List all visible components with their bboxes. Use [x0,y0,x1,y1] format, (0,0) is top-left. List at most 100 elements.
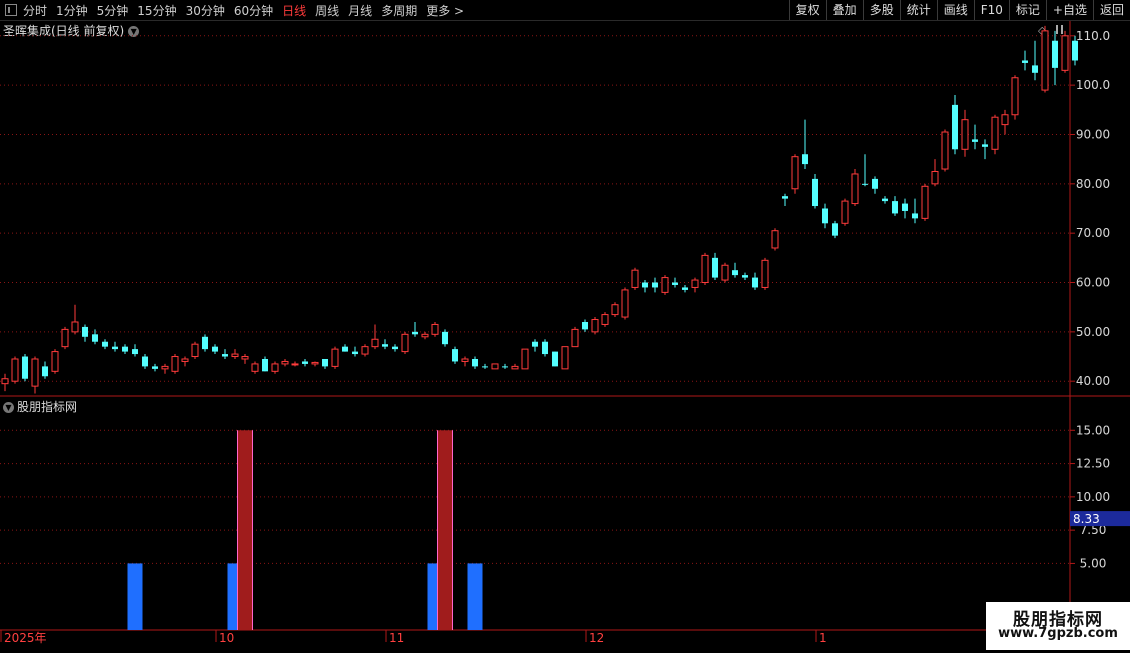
candle-body-down [42,366,48,377]
candle-body-down [552,351,558,367]
candle-body-down [862,183,868,185]
candle-body-up [791,156,799,190]
candle-body-up [431,323,439,335]
period-tab-10[interactable]: 更多 > [426,2,464,19]
candle-body-down [912,213,918,219]
candle-body-up [611,304,619,316]
toolbar-button-1[interactable]: 叠加 [825,0,863,20]
kline-and-indicator-chart[interactable]: 110.0 100.0 90.00 80.00 70.00 60.00 50.00 40.00… [0,21,1130,650]
toolbar-buttons: 复权 叠加 多股 统计 画线 F10 标记 +自选 返回 [788,0,1130,20]
toolbar-button-4[interactable]: 画线 [936,0,974,20]
candle-body-down [1032,65,1038,73]
price-tick-label: 100.0 [1076,78,1110,92]
time-axis-label: 1 [819,631,827,645]
indicator-tick-label: 5.00 [1080,556,1107,570]
candle-body-up [291,363,299,366]
candle-body-up [691,279,699,288]
period-tab-8[interactable]: 月线 [348,2,372,19]
toolbar-button-8[interactable]: 返回 [1092,0,1130,20]
toolbar-button-0[interactable]: 复权 [788,0,826,20]
candle-body-down [1072,40,1078,61]
price-tick-label: 70.00 [1076,226,1110,240]
candle-body-down [832,223,838,236]
candle-body-up [1061,35,1069,71]
price-tick-label: 90.00 [1076,127,1110,141]
indicator-tick-label: 12.50 [1076,457,1110,471]
candle-body-up [851,173,859,205]
period-tab-7[interactable]: 周线 [315,2,339,19]
candle-body-down [752,277,758,288]
candle-body-down [642,282,648,288]
toolbar-button-2[interactable]: 多股 [862,0,900,20]
candle-body-up [31,358,39,387]
candle-body-up [1041,30,1049,91]
candle-body-up [171,356,179,372]
candle-body-down [222,354,228,357]
candle-body-down [212,346,218,352]
current-value-label: 8.33 [1073,512,1100,526]
indicator-tick-label: 10.00 [1076,490,1110,504]
candle-body-down [132,349,138,355]
time-axis-label: 10 [219,631,234,645]
candle-body-up [491,363,499,370]
candle-body-down [102,341,108,347]
toolbar-button-5[interactable]: F10 [973,0,1009,20]
candle-body-up [311,361,319,365]
price-tick-label: 60.00 [1076,276,1110,290]
candle-body-up [601,314,609,325]
candle-body-down [712,257,718,278]
time-axis-label: 2025年 [4,631,47,645]
indicator-bar [127,563,143,630]
period-tab-4[interactable]: 30分钟 [186,2,225,19]
candle-body-down [672,282,678,285]
candle-body-up [331,348,339,367]
candle-body-down [302,361,308,364]
period-tab-6[interactable]: 日线 [282,2,306,19]
candle-body-down [262,358,268,372]
candle-body-down [22,356,28,379]
chart-area[interactable]: 110.0 100.0 90.00 80.00 70.00 60.00 50.00 40.00… [0,21,1130,653]
candle-body-down [532,341,538,347]
candle-body-up [991,116,999,150]
period-tab-9[interactable]: 多周期 [381,2,417,19]
candle-body-up [511,365,519,370]
candle-body-down [652,282,658,288]
candle-body-down [952,104,958,150]
candle-body-up [251,363,259,372]
toolbar-button-3[interactable]: 统计 [899,0,937,20]
period-tab-1[interactable]: 1分钟 [56,2,88,19]
candle-body-down [902,203,908,211]
candle-body-down [442,331,448,345]
toolbar-button-7[interactable]: +自选 [1045,0,1093,20]
candle-body-up [71,321,79,333]
candle-body-down [382,344,388,347]
indicator-bar [467,563,483,630]
candle-body-down [152,366,158,369]
candle-body-up [271,363,279,372]
candle-body-down [802,154,808,165]
candle-body-down [142,356,148,367]
candle-body-down [682,287,688,290]
candle-body-up [661,277,669,293]
candle-body-up [521,348,529,370]
candle-body-down [782,196,788,199]
candle-body-up [941,131,949,170]
candle-body-up [11,358,19,382]
period-tab-5[interactable]: 60分钟 [234,2,273,19]
candle-body-down [452,349,458,362]
candle-body-up [761,259,769,288]
candle-body-up [231,353,239,358]
period-tab-2[interactable]: 5分钟 [97,2,129,19]
candle-body-up [371,338,379,348]
candle-body-up [461,358,469,362]
indicator-tick-label: 15.00 [1076,423,1110,437]
layout-toggle-icon[interactable] [5,4,17,16]
candle-body-up [931,170,939,185]
toolbar-button-6[interactable]: 标记 [1008,0,1046,20]
candle-body-down [502,366,508,368]
period-tab-0[interactable]: 分时 [23,2,47,19]
top-toolbar: 分时 1分钟 5分钟 15分钟 30分钟 60分钟 日线 周线 月线 多周期 更多 > 复权 叠加 多股… [0,0,1130,21]
candle-body-up [621,289,629,318]
price-tick-label: 40.00 [1076,374,1110,388]
period-tab-3[interactable]: 15分钟 [137,2,176,19]
